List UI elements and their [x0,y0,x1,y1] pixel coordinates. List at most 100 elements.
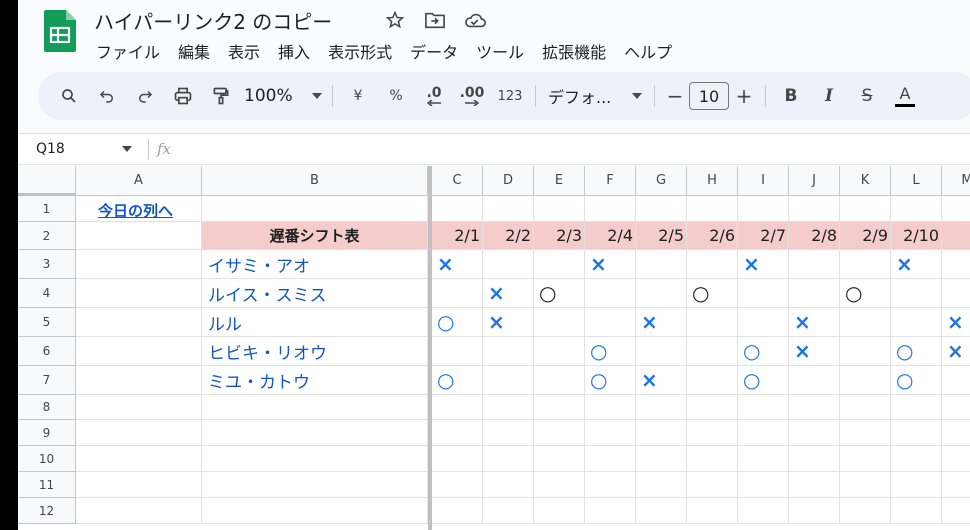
cell-D9[interactable] [483,420,534,446]
move-folder-icon[interactable] [422,8,448,32]
cell-C9[interactable] [432,420,483,446]
menu-format[interactable]: 表示形式 [328,37,402,65]
row-header-11[interactable]: 11 [18,472,76,498]
shift-circle-mark[interactable]: ○ [738,366,789,395]
cell-G11[interactable] [636,472,687,498]
shift-cross-mark[interactable]: × [891,250,942,279]
today-column-link-text[interactable]: 今日の列へ [76,196,202,221]
menu-tools[interactable]: ツール [476,37,534,65]
font-family-select[interactable]: デフォ... [542,80,648,112]
cell-G6[interactable] [636,337,687,366]
cell-H12[interactable] [687,498,738,524]
cell-M12[interactable] [942,498,970,524]
shift-circle-mark[interactable]: ○ [432,366,483,395]
document-title[interactable]: ハイパーリンク2 のコピー [94,6,332,35]
cell-E11[interactable] [534,472,585,498]
search-icon[interactable] [50,80,88,112]
menu-help[interactable]: ヘルプ [624,37,682,65]
cell-A10[interactable] [76,446,202,472]
increase-decimal-button[interactable]: .00 [453,80,491,112]
formula-input[interactable] [171,134,970,164]
cell-C8[interactable] [432,395,483,420]
row-header-4[interactable]: 4 [18,279,76,308]
cell-I4[interactable] [738,279,789,308]
cell-M10[interactable] [942,446,970,472]
shift-circle-mark[interactable]: ○ [840,279,891,308]
shift-circle-mark[interactable]: ○ [585,366,636,395]
cell-B11[interactable] [202,472,428,498]
cell-M7[interactable] [942,366,970,395]
cell-H3[interactable] [687,250,738,279]
cell-J1[interactable] [789,196,840,222]
row-header-12[interactable]: 12 [18,498,76,524]
cell-M9[interactable] [942,420,970,446]
star-icon[interactable] [382,8,408,32]
shift-circle-mark[interactable]: ○ [687,279,738,308]
shift-cross-mark[interactable]: × [942,308,970,337]
text-color-button[interactable]: A [886,80,924,112]
cell-K7[interactable] [840,366,891,395]
name-box[interactable]: Q18 [18,141,140,157]
cell-D8[interactable] [483,395,534,420]
column-header-m[interactable]: M [942,166,970,196]
paint-format-icon[interactable] [202,80,240,112]
column-header-g[interactable]: G [636,166,687,196]
increase-font-size-button[interactable]: + [729,80,759,112]
currency-format-button[interactable]: ¥ [339,80,377,112]
column-header-e[interactable]: E [534,166,585,196]
cell-B12[interactable] [202,498,428,524]
cell-H7[interactable] [687,366,738,395]
cell-F12[interactable] [585,498,636,524]
row-header-5[interactable]: 5 [18,308,76,337]
cell-M11[interactable] [942,472,970,498]
menu-file[interactable]: ファイル [96,37,170,65]
italic-button[interactable]: I [810,80,848,112]
row-header-2[interactable]: 2 [18,222,76,250]
cell-E6[interactable] [534,337,585,366]
column-header-j[interactable]: J [789,166,840,196]
shift-cross-mark[interactable]: × [432,250,483,279]
menu-extensions[interactable]: 拡張機能 [542,37,616,65]
cell-K12[interactable] [840,498,891,524]
cell-K9[interactable] [840,420,891,446]
shift-circle-mark[interactable]: ○ [534,279,585,308]
cell-J3[interactable] [789,250,840,279]
cell-M1[interactable] [942,196,970,222]
cell-C10[interactable] [432,446,483,472]
column-header-l[interactable]: L [891,166,942,196]
cell-B9[interactable] [202,420,428,446]
cell-M3[interactable] [942,250,970,279]
cell-F4[interactable] [585,279,636,308]
cell-K1[interactable] [840,196,891,222]
cell-G12[interactable] [636,498,687,524]
today-column-link[interactable]: 今日の列へ [76,196,202,222]
cell-J8[interactable] [789,395,840,420]
font-size-input[interactable]: 10 [689,82,729,110]
cell-G10[interactable] [636,446,687,472]
cell-F1[interactable] [585,196,636,222]
shift-cross-mark[interactable]: × [636,308,687,337]
undo-icon[interactable] [88,80,126,112]
cell-J12[interactable] [789,498,840,524]
cell-C4[interactable] [432,279,483,308]
freeze-column-divider[interactable] [428,166,432,530]
cell-F10[interactable] [585,446,636,472]
row-header-1[interactable]: 1 [18,196,76,222]
cell-L9[interactable] [891,420,942,446]
cell-K8[interactable] [840,395,891,420]
cell-K3[interactable] [840,250,891,279]
cell-L1[interactable] [891,196,942,222]
column-header-k[interactable]: K [840,166,891,196]
cell-G3[interactable] [636,250,687,279]
shift-cross-mark[interactable]: × [942,337,970,366]
cell-G1[interactable] [636,196,687,222]
row-header-7[interactable]: 7 [18,366,76,395]
cell-E12[interactable] [534,498,585,524]
cell-A4[interactable] [76,279,202,308]
zoom-select[interactable]: 100% [240,80,326,112]
sheet-grid[interactable]: ABCDEFGHIJKLM123456789101112今日の列へ遅番シフト表2… [18,166,970,530]
cell-H6[interactable] [687,337,738,366]
cell-B8[interactable] [202,395,428,420]
shift-circle-mark[interactable]: ○ [585,337,636,366]
cell-J4[interactable] [789,279,840,308]
